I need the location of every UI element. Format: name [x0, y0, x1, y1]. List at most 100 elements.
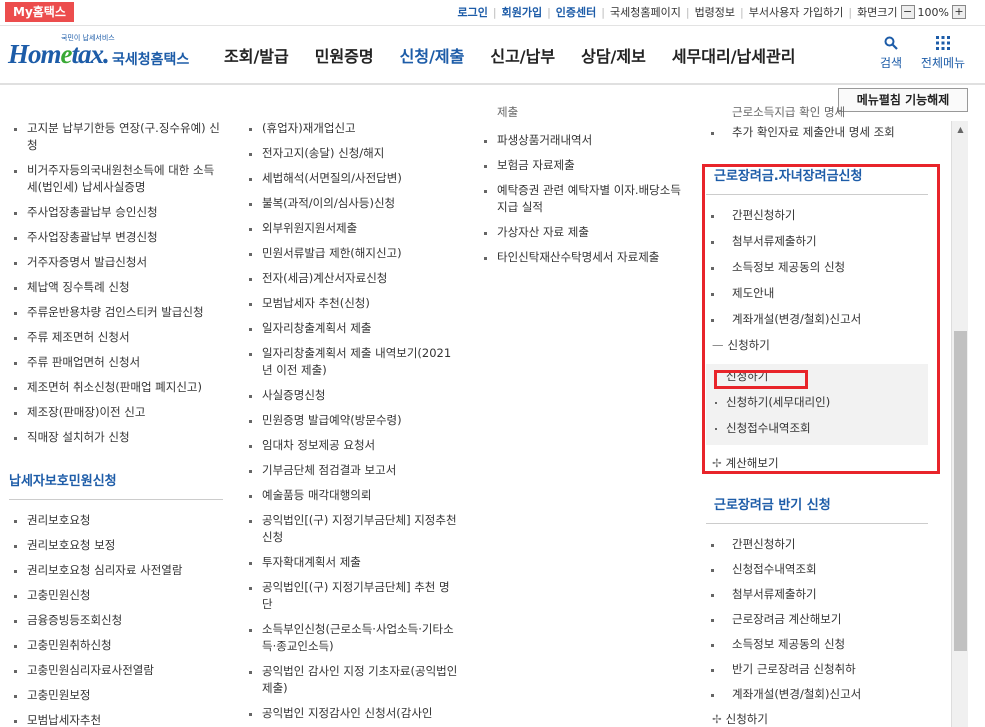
logo-text: 국세청홈택스 [112, 52, 190, 68]
page: { "topbar": { "brand": "My홈택스", "links":… [0, 0, 985, 727]
expand-label: 신청하기 [725, 712, 768, 726]
menu-column-1: 고지분 납부기한등 연장(구.징수유예) 신청 비거주자등의국내원천소득에 대한… [9, 120, 223, 727]
menu-item[interactable]: 사실증명신청 [244, 387, 458, 404]
menu-item[interactable]: 모범납세자추천 [9, 712, 223, 727]
header-icons: 검색 전체메뉴 [865, 33, 969, 71]
menu-item[interactable]: 민원증명 발급예약(방문수령) [244, 412, 458, 429]
vertical-scrollbar[interactable]: ▲ [951, 121, 968, 727]
menu-item[interactable]: 가상자산 자료 제출 [479, 224, 693, 241]
menu-list: 간편신청하기 신청접수내역조회 첨부서류제출하기 근로장려금 계산해보기 소득정… [706, 536, 928, 703]
menu-item[interactable]: 공익법인[(구) 지정기부금단체] 추천 명단 [244, 579, 458, 613]
menu-item[interactable]: 소득부인신청(근로소득·사업소득·기타소득·종교인소득) [244, 621, 458, 655]
truncated-item: 제출 [497, 106, 519, 119]
menu-item[interactable]: 불복(과적/이의/심사등)신청 [244, 195, 458, 212]
login-link[interactable]: 로그인 [458, 4, 488, 20]
menu-list: (휴업자)재개업신고 전자고지(송달) 신청/해지 세법해석(서면질의/사전답변… [244, 120, 458, 722]
all-menu-button[interactable]: 전체메뉴 [917, 33, 969, 71]
law-info-link[interactable]: 법령정보 [695, 4, 735, 20]
menu-item[interactable]: 주류 판매업면허 신청서 [9, 354, 223, 371]
menu-item[interactable]: 공익법인 감사인 지정 기초자료(공익법인 제출) [244, 663, 458, 697]
menu-column-3: 제출 파생상품거래내역서 보험금 자료제출 예탁증권 관련 예탁자별 이자.배당… [479, 106, 693, 274]
menu-item[interactable]: 제조장(판매장)이전 신고 [9, 404, 223, 421]
menu-item[interactable]: 투자확대계획서 제출 [244, 554, 458, 571]
menu-item[interactable]: 기부금단체 점검결과 보고서 [244, 462, 458, 479]
menu-item[interactable]: 간편신청하기 [706, 536, 928, 553]
utility-links: 로그인 | 회원가입 | 인증센터 | 국세청홈페이지 | 법령정보 | 부서사용자 가입… [458, 4, 970, 20]
menu-item[interactable]: 고충민원심리자료사전열람 [9, 662, 223, 679]
menu-item[interactable]: 추가 확인자료 제출안내 명세 조회 [706, 124, 928, 141]
signup-link[interactable]: 회원가입 [502, 4, 542, 20]
menu-item[interactable]: 일자리창출계획서 제출 [244, 320, 458, 337]
menu-item[interactable]: 모범납세자 추천(신청) [244, 295, 458, 312]
plus-icon: ✢ [712, 712, 722, 726]
menu-item[interactable]: 소득정보 제공동의 신청 [706, 636, 928, 653]
gnb-tax-agent[interactable]: 세무대리/납세관리 [672, 43, 796, 67]
zoom-level: 100% [917, 5, 949, 19]
menu-item[interactable]: 권리보호요청 심리자료 사전열람 [9, 562, 223, 579]
menu-item[interactable]: 권리보호요청 보정 [9, 537, 223, 554]
menu-item[interactable]: 계좌개설(변경/철회)신고서 [706, 686, 928, 703]
highlight-box-apply [714, 370, 808, 389]
gnb-application-submit[interactable]: 신청/제출 [400, 43, 465, 67]
zoom-in-button[interactable]: + [952, 5, 966, 19]
menu-item[interactable]: 근로장려금 계산해보기 [706, 611, 928, 628]
top-utility-bar: My홈택스 로그인 | 회원가입 | 인증센터 | 국세청홈페이지 | 법령정보 | 부서… [0, 0, 985, 26]
my-hometax-button[interactable]: My홈택스 [5, 2, 74, 22]
menu-item[interactable]: 전자(세금)계산서자료신청 [244, 270, 458, 287]
menu-item[interactable]: 전자고지(송달) 신청/해지 [244, 145, 458, 162]
menu-item[interactable]: 예술품등 매각대행의뢰 [244, 487, 458, 504]
screen-size-label: 화면크기 [857, 6, 898, 19]
dept-user-signup-link[interactable]: 부서사용자 가입하기 [749, 4, 844, 20]
menu-item[interactable]: 금융증빙등조회신청 [9, 612, 223, 629]
search-button[interactable]: 검색 [865, 33, 917, 71]
menu-item[interactable]: 체납액 징수특례 신청 [9, 279, 223, 296]
menu-list: 고지분 납부기한등 연장(구.징수유예) 신청 비거주자등의국내원천소득에 대한… [9, 120, 223, 446]
menu-item[interactable]: 고충민원취하신청 [9, 637, 223, 654]
main-header: 국민이 납세서비스 Hometax. 국세청홈택스 조회/발급 민원증명 신청/… [0, 27, 985, 85]
section-title-half-year: 근로장려금 반기 신청 [706, 490, 928, 524]
menu-item[interactable]: 세법해석(서면질의/사전답변) [244, 170, 458, 187]
search-icon [884, 36, 898, 50]
menu-item[interactable]: 타인신탁재산수탁명세서 자료제출 [479, 249, 693, 266]
menu-item[interactable]: 파생상품거래내역서 [479, 132, 693, 149]
menu-item[interactable]: 권리보호요청 [9, 512, 223, 529]
gnb-consult-report[interactable]: 상담/제보 [581, 43, 646, 67]
menu-item[interactable]: 민원서류발급 제한(해지신고) [244, 245, 458, 262]
menu-item[interactable]: (휴업자)재개업신고 [244, 120, 458, 137]
half-year-apply-toggle[interactable]: ✢ 신청하기 [706, 711, 928, 727]
menu-item[interactable]: 제조면허 취소신청(판매업 폐지신고) [9, 379, 223, 396]
nts-homepage-link[interactable]: 국세청홈페이지 [610, 4, 681, 20]
menu-item[interactable]: 주류운반용차량 검인스티커 발급신청 [9, 304, 223, 321]
gnb-civil-certificate[interactable]: 민원증명 [315, 43, 374, 67]
menu-item[interactable]: 예탁증권 관련 예탁자별 이자.배당소득 지급 실적 [479, 182, 693, 216]
menu-item[interactable]: 신청접수내역조회 [706, 561, 928, 578]
menu-item[interactable]: 고충민원신청 [9, 587, 223, 604]
menu-item[interactable]: 직매장 설치허가 신청 [9, 429, 223, 446]
gnb-report-payment[interactable]: 신고/납부 [490, 43, 555, 67]
menu-item[interactable]: 주사업장총괄납부 변경신청 [9, 229, 223, 246]
gnb-inquiry-issue[interactable]: 조회/발급 [224, 43, 289, 67]
menu-column-2: (휴업자)재개업신고 전자고지(송달) 신청/해지 세법해석(서면질의/사전답변… [244, 120, 458, 727]
menu-list: 추가 확인자료 제출안내 명세 조회 [706, 124, 928, 141]
menu-item[interactable]: 일자리창출계획서 제출 내역보기(2021년 이전 제출) [244, 345, 458, 379]
menu-item[interactable]: 주사업장총괄납부 승인신청 [9, 204, 223, 221]
all-menu-label: 전체메뉴 [920, 56, 966, 70]
search-label: 검색 [879, 56, 903, 70]
menu-item[interactable]: 고지분 납부기한등 연장(구.징수유예) 신청 [9, 120, 223, 154]
menu-item[interactable]: 거주자증명서 발급신청서 [9, 254, 223, 271]
menu-item[interactable]: 반기 근로장려금 신청취하 [706, 661, 928, 678]
zoom-out-button[interactable]: − [900, 5, 915, 19]
menu-item[interactable]: 공익법인[(구) 지정기부금단체] 지정추천 신청 [244, 512, 458, 546]
scrollbar-thumb[interactable] [954, 331, 967, 651]
menu-item[interactable]: 비거주자등의국내원천소득에 대한 소득세(법인세) 납세사실증명 [9, 162, 223, 196]
menu-item[interactable]: 공익법인 지정감사인 신청서(감사인 [244, 705, 458, 722]
cert-center-link[interactable]: 인증센터 [556, 4, 596, 20]
menu-item[interactable]: 주류 제조면허 신청서 [9, 329, 223, 346]
menu-item[interactable]: 고충민원보정 [9, 687, 223, 704]
scroll-up-arrow-icon[interactable]: ▲ [952, 121, 969, 138]
menu-item[interactable]: 임대차 정보제공 요청서 [244, 437, 458, 454]
menu-item[interactable]: 보험금 자료제출 [479, 157, 693, 174]
menu-item[interactable]: 외부위원지원서제출 [244, 220, 458, 237]
menu-list: 파생상품거래내역서 보험금 자료제출 예탁증권 관련 예탁자별 이자.배당소득 … [479, 132, 693, 266]
menu-item[interactable]: 첨부서류제출하기 [706, 586, 928, 603]
